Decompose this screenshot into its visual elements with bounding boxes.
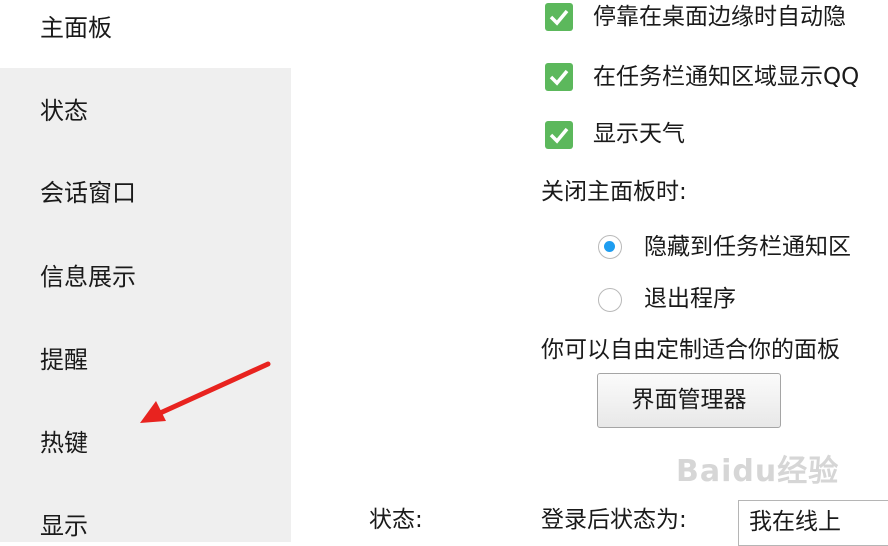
arrow-shaft (155, 361, 271, 417)
red-arrow-annotation (140, 361, 271, 423)
